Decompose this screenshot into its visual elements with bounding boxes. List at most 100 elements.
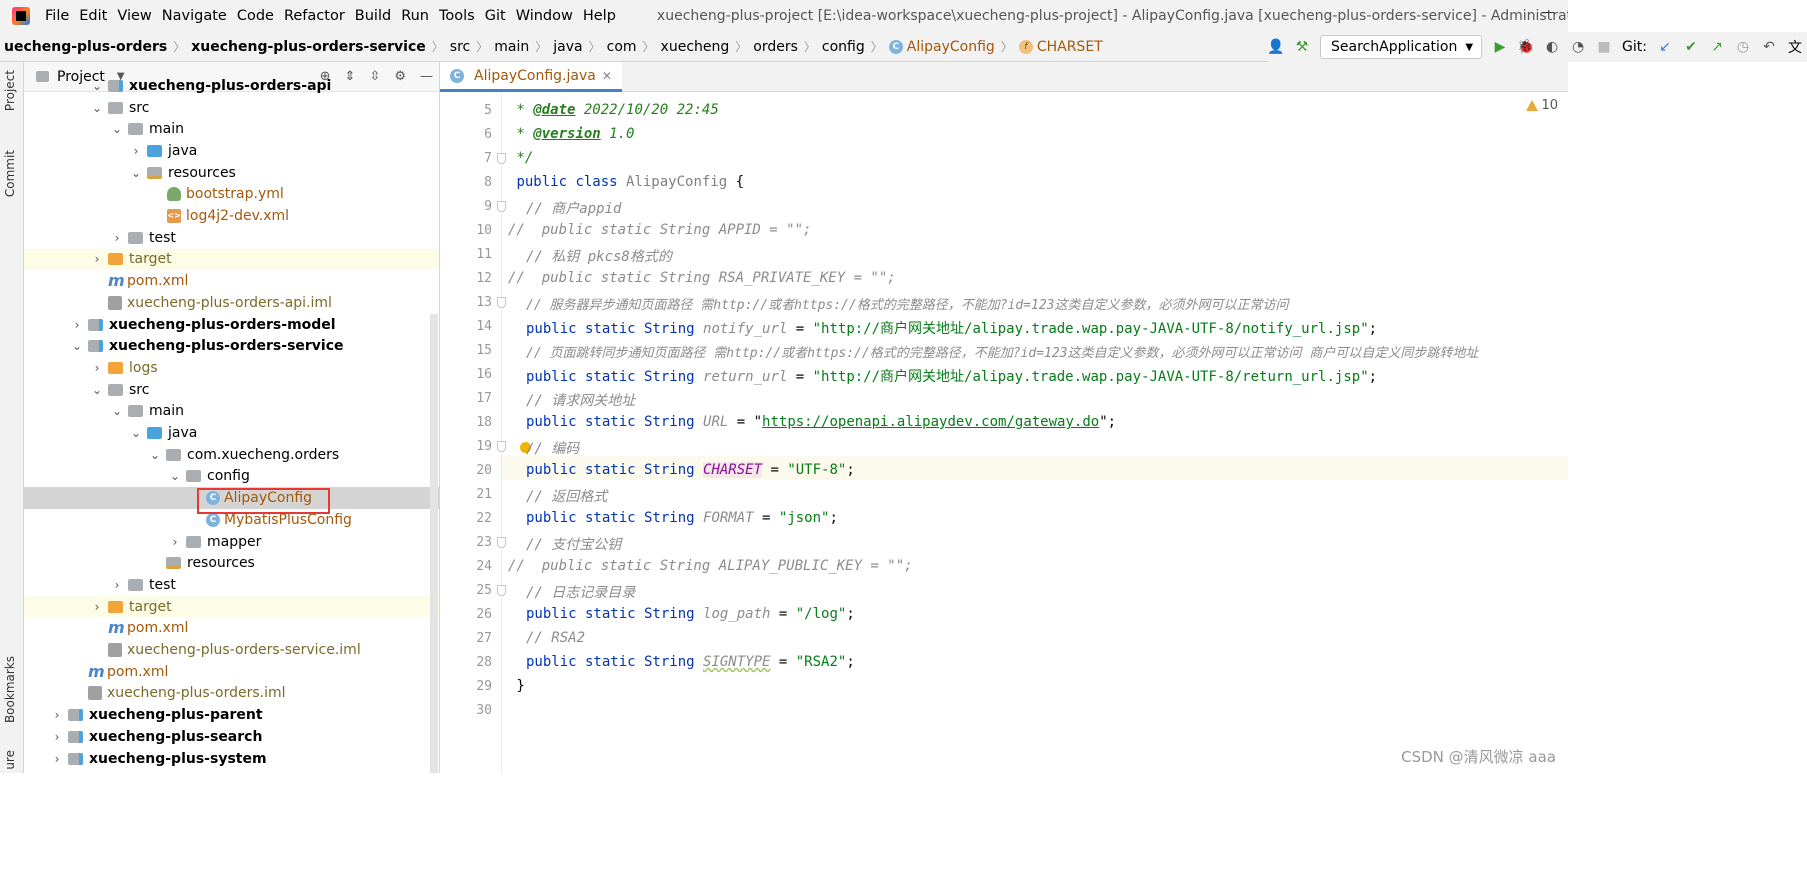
tree-node-folder[interactable]: › logs: [24, 357, 439, 379]
tree-node-folder[interactable]: ⌄ main: [24, 401, 439, 423]
warning-icon: [1526, 100, 1539, 111]
maven-file-icon: m: [88, 661, 105, 681]
close-icon[interactable]: ✕: [602, 69, 612, 83]
tree-node-folder[interactable]: › target: [24, 595, 439, 618]
tree-node-package[interactable]: ⌄ com.xuecheng.orders: [24, 444, 439, 466]
minimize-icon[interactable]: [1542, 12, 1554, 13]
tree-node-file[interactable]: xuecheng-plus-orders-api.iml: [24, 292, 439, 314]
tree-node-module[interactable]: › xuecheng-plus-system: [24, 748, 439, 770]
menu-build[interactable]: Build: [350, 0, 396, 32]
fold-marker-icon[interactable]: [497, 201, 506, 212]
coverage-icon[interactable]: ◐: [1544, 39, 1560, 55]
tree-label: MybatisPlusConfig: [224, 511, 352, 528]
tree-node-folder[interactable]: › test: [24, 574, 439, 596]
run-icon[interactable]: ▶: [1492, 39, 1508, 55]
chevron-down-icon: ⌄: [91, 78, 103, 93]
breadcrumb-class-label: AlipayConfig: [906, 38, 995, 55]
tree-node-folder[interactable]: › java: [24, 140, 439, 162]
window-title: xuecheng-plus-project [E:\idea-workspace…: [656, 8, 1568, 24]
build-hammer-icon[interactable]: ⚒: [1294, 39, 1310, 55]
git-update-icon[interactable]: ↙: [1657, 39, 1673, 55]
menu-view[interactable]: View: [112, 0, 156, 32]
breadcrumb-class[interactable]: C AlipayConfig: [885, 39, 999, 55]
inspection-warnings[interactable]: 10: [1526, 98, 1558, 113]
tree-node-module[interactable]: › xuecheng-plus-parent: [24, 704, 439, 726]
fold-marker-icon[interactable]: [497, 297, 506, 308]
menu-window[interactable]: Window: [511, 0, 578, 32]
tree-node-file[interactable]: m pom.xml: [24, 661, 439, 683]
tree-node-file[interactable]: m pom.xml: [24, 270, 439, 292]
tree-node-folder[interactable]: › test: [24, 227, 439, 249]
tree-node-module[interactable]: › xuecheng-plus-orders-model: [24, 314, 439, 336]
breadcrumb-item[interactable]: config: [818, 39, 869, 55]
tree-node-file[interactable]: xuecheng-plus-orders.iml: [24, 683, 439, 705]
tree-node-package[interactable]: › mapper: [24, 531, 439, 553]
user-icon[interactable]: 👤: [1267, 39, 1284, 55]
code-editor[interactable]: 5 6 7 8 9 10 11 12 13 14 15 16 17 18 19 …: [440, 92, 1568, 773]
tree-node-module[interactable]: › xuecheng-plus-search: [24, 726, 439, 748]
tree-node-file[interactable]: bootstrap.yml: [24, 184, 439, 206]
tree-node-folder[interactable]: ⌄ src: [24, 97, 439, 119]
breadcrumb-item[interactable]: xuecheng: [657, 39, 734, 55]
tree-node-file[interactable]: xuecheng-plus-orders-service.iml: [24, 639, 439, 661]
tool-tab-structure[interactable]: ure: [3, 750, 17, 770]
menu-code[interactable]: Code: [232, 0, 279, 32]
stop-icon[interactable]: ■: [1596, 39, 1612, 55]
chevron-right-icon: 〉: [535, 40, 548, 54]
tool-tab-bookmarks[interactable]: Bookmarks: [3, 656, 17, 723]
fold-marker-icon[interactable]: [497, 441, 506, 452]
tree-node-module[interactable]: ⌄ xuecheng-plus-orders-service: [24, 335, 439, 357]
menu-navigate[interactable]: Navigate: [157, 0, 232, 32]
tree-node-folder[interactable]: resources: [24, 552, 439, 574]
fold-marker-icon[interactable]: [497, 537, 506, 548]
tree-label: src: [129, 99, 150, 116]
breadcrumb-field-label: CHARSET: [1036, 38, 1103, 55]
menu-git[interactable]: Git: [480, 0, 511, 32]
tree-node-folder[interactable]: ⌄ resources: [24, 162, 439, 184]
chevron-down-icon: ⌄: [91, 100, 103, 115]
breadcrumb-field[interactable]: f CHARSET: [1015, 39, 1107, 55]
tree-node-folder[interactable]: ⌄ main: [24, 118, 439, 140]
breadcrumb-item[interactable]: java: [549, 39, 586, 55]
debug-icon[interactable]: 🐞: [1517, 39, 1534, 55]
menu-run[interactable]: Run: [396, 0, 434, 32]
tree-node-file[interactable]: <> log4j2-dev.xml: [24, 205, 439, 227]
tree-node-module[interactable]: ⌄ xuecheng-plus-orders-api: [24, 75, 439, 97]
tree-node-package[interactable]: ⌄ config: [24, 466, 439, 488]
tool-tab-commit[interactable]: Commit: [3, 150, 17, 197]
menu-tools[interactable]: Tools: [434, 0, 480, 32]
run-configuration-select[interactable]: SearchApplication ▼: [1320, 35, 1483, 59]
breadcrumb-item[interactable]: uecheng-plus-orders: [0, 39, 171, 55]
tree-node-folder[interactable]: ⌄ java: [24, 422, 439, 444]
breadcrumb-item[interactable]: orders: [749, 39, 802, 55]
fold-marker-icon[interactable]: [497, 585, 506, 596]
profile-icon[interactable]: ◔: [1570, 39, 1586, 55]
breadcrumb-item[interactable]: xuecheng-plus-orders-service: [187, 39, 430, 55]
tree-node-folder[interactable]: › target: [24, 248, 439, 271]
tree-label: xuecheng-plus-orders-api: [129, 77, 332, 94]
menu-edit[interactable]: Edit: [74, 0, 112, 32]
tool-tab-project[interactable]: Project: [3, 70, 17, 111]
menu-help[interactable]: Help: [578, 0, 621, 32]
menu-file[interactable]: File: [40, 0, 74, 32]
fold-marker-icon[interactable]: [497, 153, 506, 164]
string-literal: "http://商户网关地址/alipay.trade.wap.pay-JAVA…: [812, 369, 1369, 385]
code-line-21: // 返回格式: [526, 489, 608, 505]
rollback-icon[interactable]: ↶: [1761, 39, 1777, 55]
translate-icon[interactable]: 文: [1787, 39, 1803, 56]
history-icon[interactable]: ◷: [1735, 39, 1751, 55]
class-icon: C: [206, 512, 220, 527]
tree-label: pom.xml: [127, 273, 189, 290]
project-scrollbar[interactable]: [430, 314, 438, 773]
breadcrumb-item[interactable]: com: [603, 39, 641, 55]
git-push-icon[interactable]: ↗: [1709, 39, 1725, 55]
breadcrumb-item[interactable]: main: [490, 39, 533, 55]
git-commit-icon[interactable]: ✔: [1683, 39, 1699, 55]
editor-tab-alipayconfig[interactable]: C AlipayConfig.java ✕: [440, 62, 622, 92]
url-literal[interactable]: https://openapi.alipaydev.com/gateway.do: [762, 414, 1099, 430]
tree-node-file[interactable]: m pom.xml: [24, 618, 439, 640]
menu-refactor[interactable]: Refactor: [279, 0, 350, 32]
tree-node-folder[interactable]: ⌄ src: [24, 379, 439, 401]
breadcrumb-item[interactable]: src: [446, 39, 474, 55]
tree-label: mapper: [207, 533, 262, 550]
